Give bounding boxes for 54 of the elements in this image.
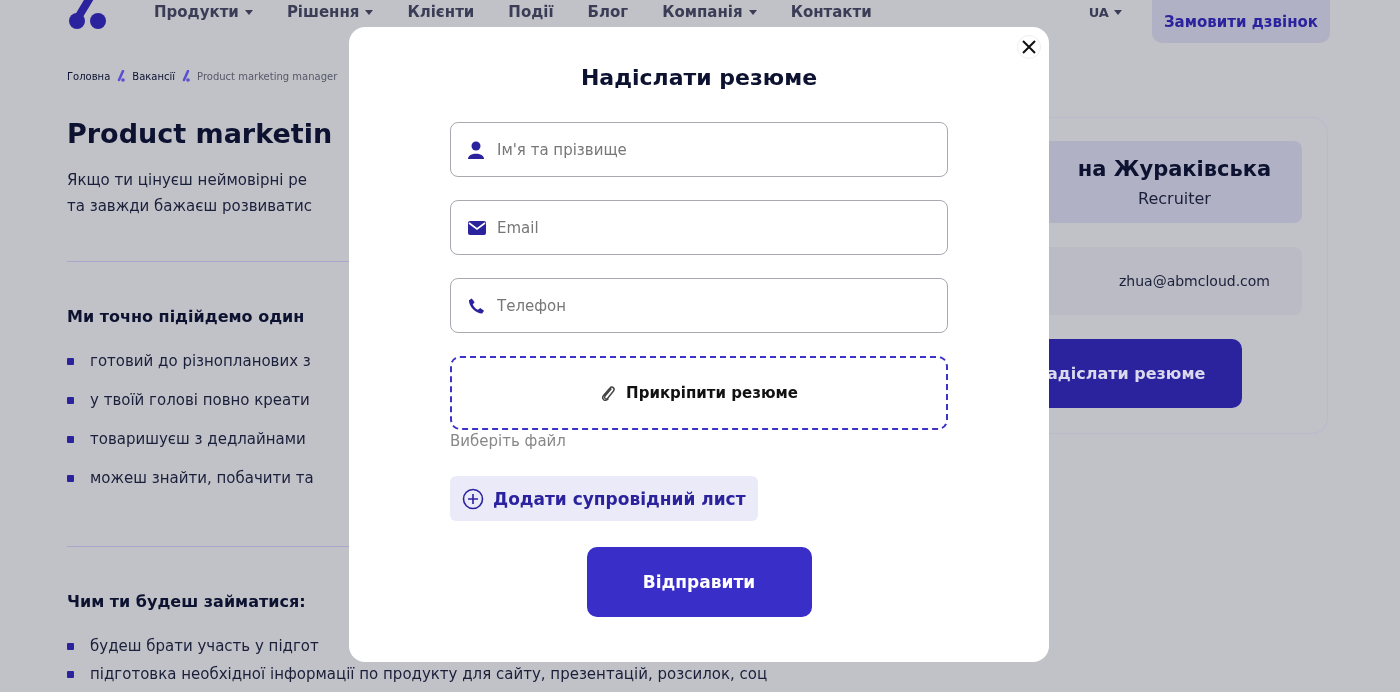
nav-link[interactable]: Продукти <box>154 3 253 21</box>
language-selector[interactable]: UA <box>1088 5 1122 20</box>
recruiter-role: Recruiter <box>1138 188 1211 208</box>
bullet-icon <box>67 396 74 404</box>
breadcrumb-link[interactable]: Вакансії <box>132 70 176 82</box>
section-heading: Чим ти будеш займатися: <box>67 592 307 611</box>
file-drop-zone[interactable]: Прикріпити резюме <box>450 356 948 430</box>
nav-link[interactable]: Блог <box>587 3 629 21</box>
input-field[interactable]: Ім'я та прізвище <box>450 122 948 177</box>
separator-icon <box>117 70 126 82</box>
nav-link[interactable]: Контакти <box>790 3 872 21</box>
intro-text: та завжди бажаєш розвиватис <box>67 196 313 217</box>
modal-title: Надіслати резюме <box>580 65 818 90</box>
plus-circle-icon <box>462 487 484 510</box>
caret-icon <box>1113 10 1122 15</box>
bullet-icon <box>67 357 74 365</box>
list-item-text: будеш брати участь у підгот <box>90 637 319 655</box>
separator-icon <box>182 70 191 82</box>
send-resume-button[interactable]: адіслати резюме <box>1047 339 1242 408</box>
file-hint: Виберіть файл <box>450 432 566 450</box>
envelope-icon <box>468 220 486 235</box>
input-field[interactable]: Email <box>450 200 948 255</box>
submit-button[interactable]: Відправити <box>586 547 812 617</box>
section-heading: Ми точно підійдемо один <box>67 307 306 326</box>
call-button[interactable]: Замовити дзвінок <box>1151 0 1330 43</box>
list-item-text: можеш знайти, побачити та <box>90 469 314 487</box>
paperclip-icon <box>600 384 617 402</box>
breadcrumb-link[interactable]: Головна <box>67 70 111 82</box>
list-item-text: готовий до різнопланових з <box>90 352 311 370</box>
vacancy-title: Product marketin <box>67 118 334 149</box>
nav-link[interactable]: Події <box>508 3 554 21</box>
intro-text: Якщо ти цінуєш неймовірні ре <box>67 170 308 191</box>
cover-letter-button[interactable]: Додати супровідний лист <box>450 476 758 521</box>
caret-icon <box>365 9 374 15</box>
caret-icon <box>748 9 757 15</box>
bullet-icon <box>67 670 74 678</box>
close-icon[interactable] <box>1017 35 1041 59</box>
list-item-text: підготовка необхідної інформації по продукту для сайту, презентацій, розсилок, соц <box>90 665 768 683</box>
bullet-icon <box>67 435 74 443</box>
recruiter-name: на Жураківська <box>1077 156 1272 181</box>
nav-link[interactable]: Клієнти <box>407 3 475 21</box>
bullet-icon <box>67 474 74 482</box>
email-link[interactable]: zhua@abmcloud.com <box>1118 273 1270 289</box>
caret-icon <box>244 9 253 15</box>
input-field[interactable]: Телефон <box>450 278 948 333</box>
nav-link[interactable]: Рішення <box>286 3 374 21</box>
list-item-text: товаришуєш з дедлайнами <box>90 430 306 448</box>
list-item-text: у твоїй голові повно креати <box>90 391 310 409</box>
person-icon <box>468 140 484 159</box>
nav-link[interactable]: Компанія <box>662 3 757 21</box>
breadcrumb-link[interactable]: Product marketing manager <box>197 70 338 82</box>
phone-icon <box>468 297 485 314</box>
bullet-icon <box>67 642 74 650</box>
logo-icon[interactable] <box>67 0 107 30</box>
